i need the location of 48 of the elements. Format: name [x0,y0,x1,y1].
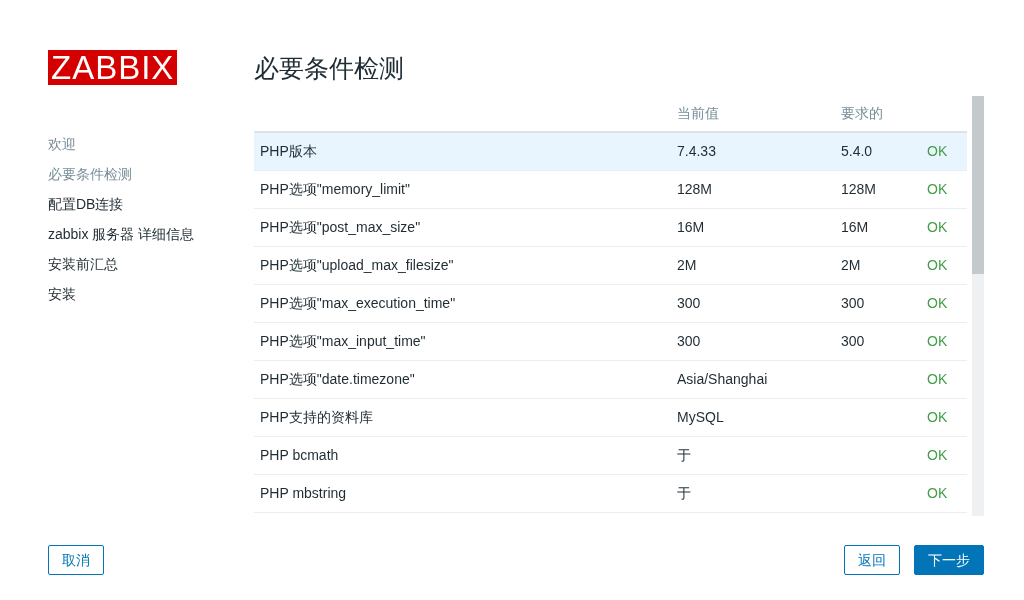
table-cell: MySQL [671,398,835,436]
status-text: OK [921,284,967,322]
table-cell: PHP选项"upload_max_filesize" [254,246,671,284]
step-item[interactable]: 必要条件检测 [48,159,254,189]
table-cell: Asia/Shanghai [671,360,835,398]
cancel-button[interactable]: 取消 [48,545,104,575]
table-cell: 于 [671,474,835,512]
table-cell: 300 [671,322,835,360]
table-cell: 2M [671,246,835,284]
logo: ZABBIX [48,50,178,85]
scrollbar[interactable] [972,96,984,516]
table-cell: 300 [835,284,921,322]
table-cell: 5.4.0 [835,132,921,170]
table-cell: 7.4.33 [671,132,835,170]
table-cell: PHP bcmath [254,436,671,474]
status-text: OK [921,246,967,284]
status-text: OK [921,132,967,170]
table-cell: PHP选项"post_max_size" [254,208,671,246]
table-cell: PHP mbstring [254,474,671,512]
back-button[interactable]: 返回 [844,545,900,575]
next-button[interactable]: 下一步 [914,545,984,575]
table-cell: PHP选项"max_input_time" [254,322,671,360]
table-cell: 300 [835,322,921,360]
step-item[interactable]: 安装前汇总 [48,249,254,279]
table-cell: 2M [835,246,921,284]
step-item[interactable]: 安装 [48,279,254,309]
status-text: OK [921,398,967,436]
status-text: OK [921,360,967,398]
table-cell: PHP选项"max_execution_time" [254,284,671,322]
table-cell: 16M [835,208,921,246]
table-cell: PHP选项"memory_limit" [254,170,671,208]
table-cell: PHP选项"date.timezone" [254,360,671,398]
table-cell: 128M [671,170,835,208]
page-title: 必要条件检测 [254,53,405,84]
table-cell: 300 [671,284,835,322]
step-item[interactable]: zabbix 服务器 详细信息 [48,219,254,249]
table-cell: 于 [671,436,835,474]
table-cell: PHP支持的资料库 [254,398,671,436]
step-item[interactable]: 欢迎 [48,129,254,159]
table-cell: PHP版本 [254,132,671,170]
status-text: OK [921,474,967,512]
status-text: OK [921,436,967,474]
status-text: OK [921,322,967,360]
table-cell: 128M [835,170,921,208]
status-text: OK [921,208,967,246]
step-item[interactable]: 配置DB连接 [48,189,254,219]
table-cell: 16M [671,208,835,246]
status-text: OK [921,170,967,208]
